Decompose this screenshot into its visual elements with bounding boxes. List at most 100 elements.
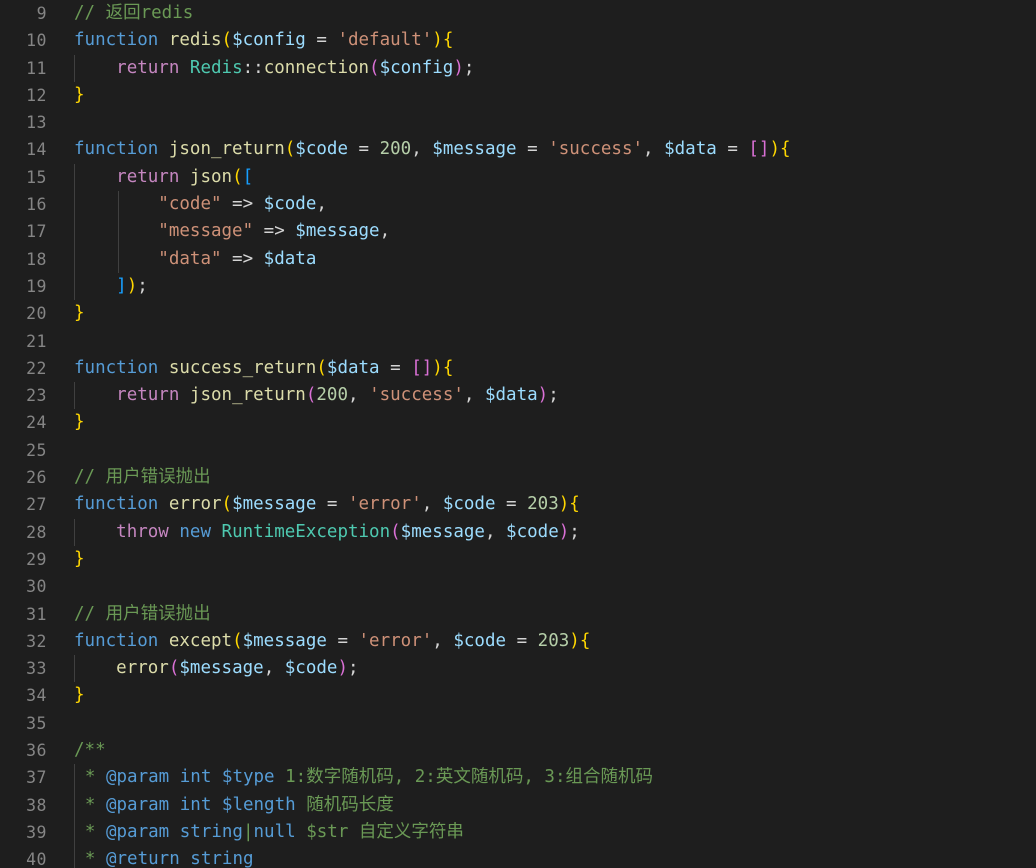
code-line[interactable]: 36 /** <box>0 737 1036 764</box>
line-number[interactable]: 14 <box>0 136 47 163</box>
code-text[interactable]: // 用户错误抛出 <box>74 464 211 491</box>
code-token: $code <box>442 494 496 515</box>
code-text[interactable]: return json([ <box>74 164 253 191</box>
line-number[interactable]: 13 <box>0 109 47 136</box>
code-line[interactable]: 23 return json_return(200, 'success', $d… <box>0 382 1036 410</box>
line-number[interactable]: 21 <box>0 328 47 355</box>
indent-guide <box>74 846 75 868</box>
code-text[interactable]: } <box>74 409 85 436</box>
code-text[interactable]: ]); <box>74 273 148 300</box>
code-token: , <box>432 630 454 651</box>
code-line[interactable]: 18 "data" => $data <box>0 245 1036 273</box>
line-number[interactable]: 37 <box>0 764 47 791</box>
line-number[interactable]: 9 <box>0 0 47 27</box>
code-line[interactable]: 19 ]); <box>0 272 1036 301</box>
line-number[interactable]: 24 <box>0 409 47 436</box>
code-line[interactable]: 13 <box>0 109 1036 136</box>
code-text[interactable]: // 返回redis <box>74 0 193 27</box>
code-text[interactable]: function except($message = 'error', $cod… <box>74 628 590 655</box>
code-token: 'success' <box>548 139 644 160</box>
code-line[interactable]: 34} <box>0 682 1036 709</box>
code-text[interactable]: * @param int $length 随机码长度 <box>85 792 394 819</box>
code-text[interactable]: function redis($config = 'default'){ <box>74 27 453 54</box>
code-line[interactable]: 40 * @return string <box>0 846 1036 868</box>
line-number[interactable]: 20 <box>0 300 47 327</box>
code-line[interactable]: 31 // 用户错误抛出 <box>0 601 1036 628</box>
code-token: } <box>74 548 85 569</box>
code-line[interactable]: 10 function redis($config = 'default'){ <box>0 27 1036 54</box>
code-text[interactable]: /** <box>74 737 106 764</box>
code-line[interactable]: 33 error($message, $code); <box>0 655 1036 683</box>
code-text[interactable]: } <box>74 300 85 327</box>
line-number[interactable]: 30 <box>0 573 47 600</box>
line-number[interactable]: 29 <box>0 546 47 573</box>
code-line[interactable]: 21 <box>0 328 1036 355</box>
line-number[interactable]: 35 <box>0 710 47 737</box>
code-line[interactable]: 16 "code" => $code, <box>0 191 1036 219</box>
code-line[interactable]: 39 * @param string|null $str 自定义字符串 <box>0 818 1036 847</box>
code-line[interactable]: 28 throw new RuntimeException($message, … <box>0 518 1036 546</box>
line-number[interactable]: 15 <box>0 164 47 191</box>
line-number[interactable]: 25 <box>0 437 47 464</box>
code-line[interactable]: 22 function success_return($data = []){ <box>0 355 1036 382</box>
line-number[interactable]: 40 <box>0 846 47 868</box>
line-number[interactable]: 33 <box>0 655 47 682</box>
code-text[interactable]: * @param string|null $str 自定义字符串 <box>85 819 464 846</box>
code-line[interactable]: 12} <box>0 82 1036 109</box>
code-line[interactable]: 25 <box>0 437 1036 464</box>
code-text[interactable]: function success_return($data = []){ <box>74 355 453 382</box>
line-number[interactable]: 39 <box>0 819 47 846</box>
code-line[interactable]: 26 // 用户错误抛出 <box>0 464 1036 491</box>
line-number[interactable]: 12 <box>0 82 47 109</box>
code-text[interactable]: // 用户错误抛出 <box>74 601 211 628</box>
code-text[interactable]: return json_return(200, 'success', $data… <box>74 382 559 409</box>
code-text[interactable]: function json_return($code = 200, $messa… <box>74 136 791 163</box>
line-number[interactable]: 31 <box>0 601 47 628</box>
line-number[interactable]: 27 <box>0 491 47 518</box>
code-text[interactable]: * @param int $type 1:数字随机码, 2:英文随机码, 3:组… <box>85 764 653 791</box>
code-line[interactable]: 15 return json([ <box>0 163 1036 192</box>
code-line[interactable]: 14 function json_return($code = 200, $mes… <box>0 136 1036 163</box>
code-text[interactable]: throw new RuntimeException($message, $co… <box>74 519 580 546</box>
code-token: , <box>484 521 507 542</box>
line-number[interactable]: 19 <box>0 273 47 300</box>
line-number[interactable]: 38 <box>0 792 47 819</box>
code-editor[interactable]: 9 // 返回redis 10 function redis($config = 'd… <box>0 0 1036 868</box>
line-number[interactable]: 18 <box>0 246 47 273</box>
line-number[interactable]: 34 <box>0 682 47 709</box>
code-line[interactable]: 17 "message" => $message, <box>0 218 1036 246</box>
code-line[interactable]: 20} <box>0 300 1036 327</box>
code-text[interactable]: return Redis::connection($config); <box>74 55 474 82</box>
code-text[interactable]: } <box>74 82 85 109</box>
code-token: 1:数字随机码, 2:英文随机码, 3:组合随机码 <box>274 767 653 788</box>
line-number[interactable]: 26 <box>0 464 47 491</box>
code-line[interactable]: 29} <box>0 546 1036 573</box>
code-line[interactable]: 35 <box>0 710 1036 737</box>
code-text[interactable]: } <box>74 546 85 573</box>
code-text[interactable]: "code" => $code, <box>74 191 327 218</box>
line-number[interactable]: 22 <box>0 355 47 382</box>
code-line[interactable]: 38 * @param int $length 随机码长度 <box>0 791 1036 819</box>
line-number[interactable]: 10 <box>0 27 47 54</box>
line-number[interactable]: 23 <box>0 382 47 409</box>
line-number[interactable]: 28 <box>0 519 47 546</box>
line-number[interactable]: 36 <box>0 737 47 764</box>
code-text[interactable]: error($message, $code); <box>74 655 358 682</box>
code-text[interactable]: "data" => $data <box>74 246 316 273</box>
line-number[interactable]: 32 <box>0 628 47 655</box>
code-line[interactable]: 37 * @param int $type 1:数字随机码, 2:英文随机码, 3… <box>0 764 1036 792</box>
code-text[interactable]: * @return string <box>85 846 254 868</box>
code-line[interactable]: 9 // 返回redis <box>0 0 1036 27</box>
line-number[interactable]: 11 <box>0 55 47 82</box>
code-text[interactable]: } <box>74 682 85 709</box>
code-text[interactable]: "message" => $message, <box>74 218 390 245</box>
code-line[interactable]: 30 <box>0 573 1036 600</box>
code-line[interactable]: 27 function error($message = 'error', $co… <box>0 491 1036 518</box>
code-line[interactable]: 11 return Redis::connection($config); <box>0 54 1036 82</box>
code-line[interactable]: 32 function except($message = 'error', $c… <box>0 628 1036 655</box>
line-number[interactable]: 17 <box>0 218 47 245</box>
code-line[interactable]: 24} <box>0 409 1036 436</box>
line-number[interactable]: 16 <box>0 191 47 218</box>
code-text[interactable]: function error($message = 'error', $code… <box>74 491 580 518</box>
